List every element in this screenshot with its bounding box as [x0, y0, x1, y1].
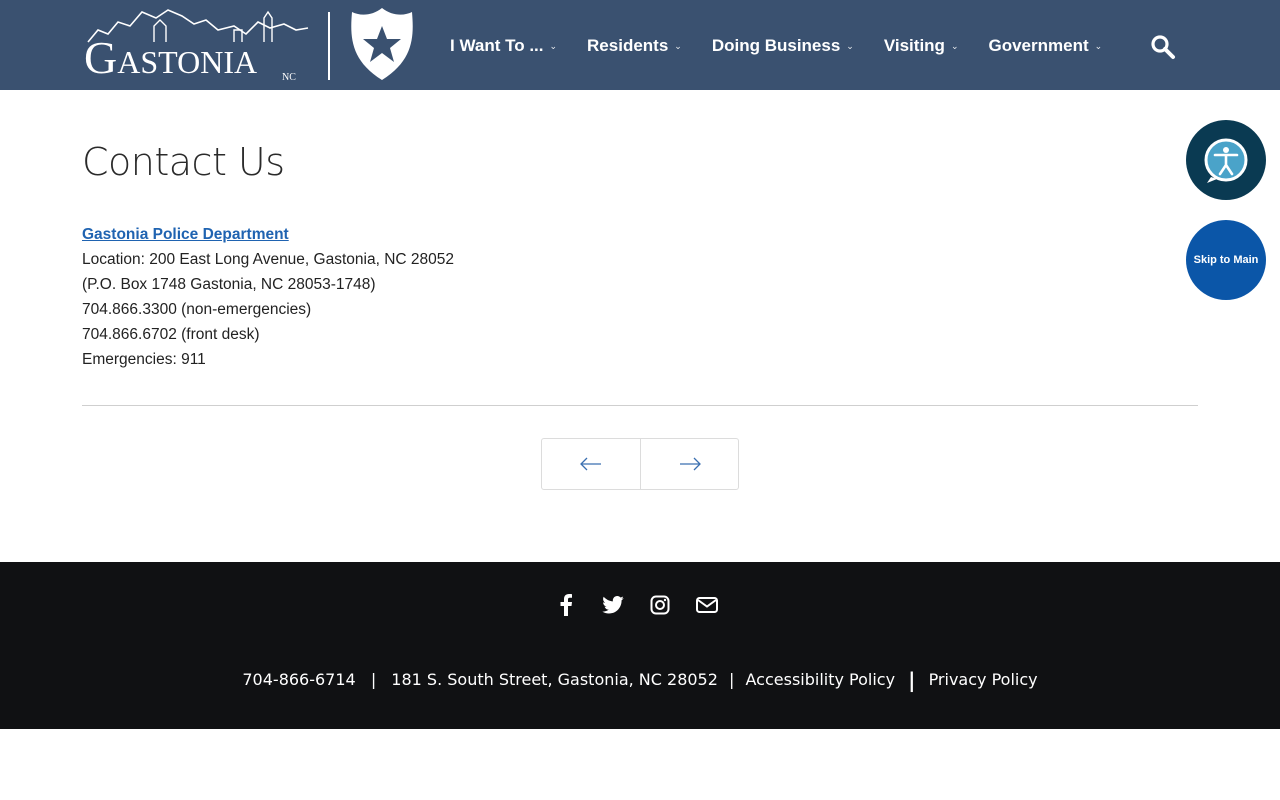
- accessibility-button[interactable]: [1186, 120, 1266, 200]
- nav-item-residents[interactable]: Residents ⌄: [587, 36, 682, 56]
- nav-item-i-want-to[interactable]: I Want To ... ⌄: [450, 36, 557, 56]
- chevron-down-icon: ⌄: [846, 40, 854, 51]
- nav-label: Government: [988, 36, 1089, 55]
- chevron-down-icon: ⌄: [950, 40, 959, 51]
- police-department-link[interactable]: Gastonia Police Department: [82, 226, 289, 243]
- content-divider: [82, 405, 1198, 406]
- chevron-down-icon: ⌄: [549, 40, 558, 51]
- mail-icon[interactable]: [696, 594, 718, 616]
- nav-item-doing-business[interactable]: Doing Business ⌄: [712, 36, 854, 56]
- footer-address: 181 S. South Street, Gastonia, NC 28052: [391, 670, 718, 689]
- nav-label: Visiting: [883, 36, 945, 55]
- footer-separator: |: [370, 670, 377, 689]
- accessibility-policy-link[interactable]: Accessibility Policy: [746, 670, 896, 689]
- skip-to-main-button[interactable]: Skip to Main: [1186, 220, 1266, 300]
- nav-item-visiting[interactable]: Visiting ⌄: [884, 36, 959, 56]
- previous-button[interactable]: [542, 439, 640, 489]
- nav-label: Residents: [587, 36, 669, 55]
- page-title: Contact Us: [82, 140, 285, 184]
- contact-po-box: (P.O. Box 1748 Gastonia, NC 28053-1748): [82, 276, 376, 293]
- contact-location: Location: 200 East Long Avenue, Gastonia…: [82, 251, 454, 268]
- footer-separator: |: [908, 668, 916, 692]
- contact-non-emergency-phone: 704.866.3300 (non-emergencies): [82, 301, 312, 318]
- footer-separator: |: [729, 670, 735, 689]
- logo-state: NC: [282, 72, 296, 83]
- nav-item-government[interactable]: Government ⌄: [988, 36, 1102, 56]
- site-header: Gastonia NC I Want To ... ⌄ Residents ⌄ …: [0, 0, 1280, 90]
- contact-front-desk-phone: 704.866.6702 (front desk): [82, 326, 260, 343]
- main-nav: I Want To ... ⌄ Residents ⌄ Doing Busine…: [450, 30, 1132, 62]
- search-icon[interactable]: [1150, 34, 1176, 60]
- accessibility-icon: [1204, 138, 1248, 183]
- gastonia-logo[interactable]: Gastonia NC: [84, 4, 310, 84]
- twitter-icon[interactable]: [602, 594, 624, 616]
- facebook-icon[interactable]: [555, 594, 577, 616]
- pager: [541, 438, 739, 490]
- social-links: [555, 594, 743, 616]
- nav-label: Doing Business: [711, 36, 841, 55]
- site-footer: [0, 562, 1280, 729]
- contact-block: Gastonia Police Department Location: 200…: [82, 222, 454, 372]
- arrow-right-icon: [679, 457, 701, 471]
- instagram-icon[interactable]: [649, 594, 671, 616]
- logo-text: Gastonia: [84, 32, 258, 83]
- logo-divider: [328, 12, 330, 80]
- police-badge-star-icon: [351, 8, 413, 80]
- chevron-down-icon: ⌄: [674, 40, 682, 51]
- privacy-policy-link[interactable]: Privacy Policy: [929, 670, 1038, 689]
- next-button[interactable]: [640, 439, 738, 489]
- arrow-left-icon: [580, 457, 601, 471]
- footer-phone: 704-866-6714: [242, 670, 356, 689]
- nav-label: I Want To ...: [450, 36, 544, 55]
- chevron-down-icon: ⌄: [1094, 40, 1103, 51]
- contact-emergencies: Emergencies: 911: [82, 351, 206, 368]
- footer-contact-line: 704-866-6714 | 181 S. South Street, Gast…: [0, 668, 1280, 692]
